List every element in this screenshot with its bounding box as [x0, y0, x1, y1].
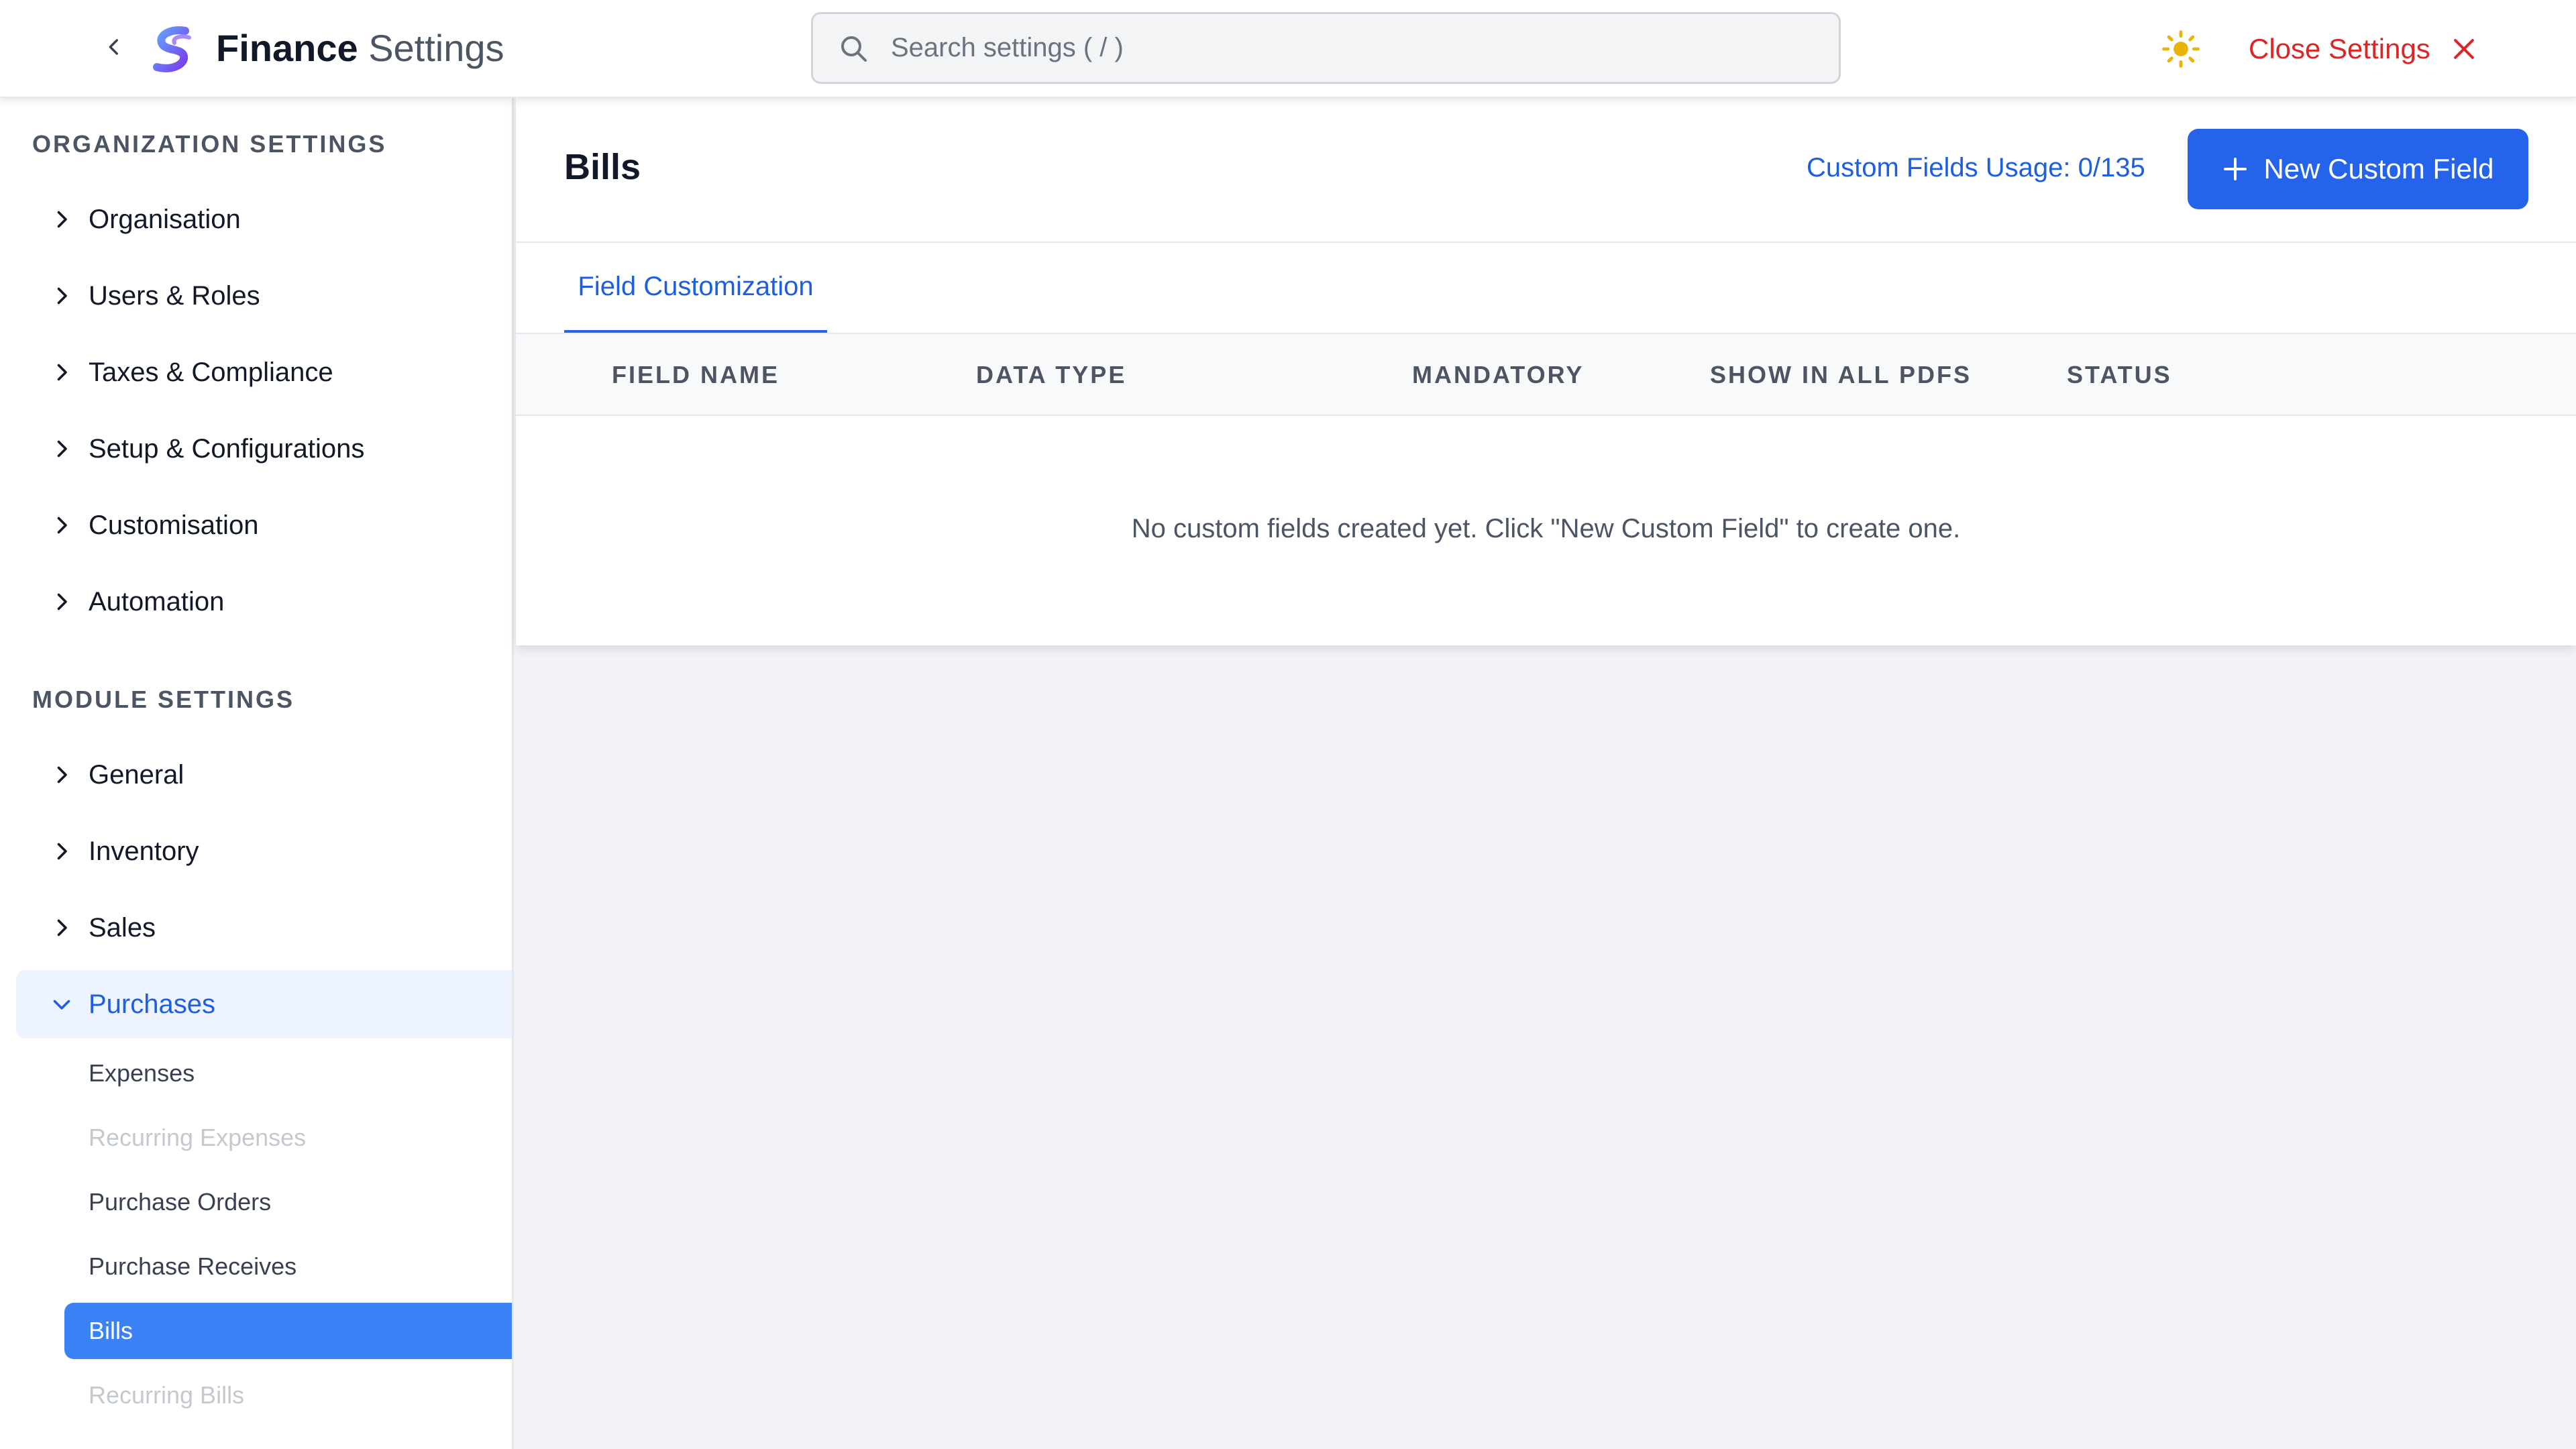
- chevron-right-icon: [57, 843, 67, 860]
- chevron-right-icon: [57, 211, 67, 228]
- chevron-right-icon: [57, 517, 67, 534]
- plus-icon: [2224, 158, 2247, 180]
- app-logo-icon: [153, 26, 191, 72]
- sidebar-item-setup-configurations[interactable]: Setup & Configurations: [16, 415, 512, 483]
- sidebar-subitem-label: Bills: [89, 1317, 133, 1344]
- chevron-right-icon: [57, 364, 67, 381]
- chevron-left-icon: [109, 39, 118, 55]
- new-custom-field-label: New Custom Field: [2263, 153, 2494, 184]
- sidebar-subitem-recurring-expenses[interactable]: Recurring Expenses: [64, 1110, 512, 1166]
- column-header-mandatory[interactable]: MANDATORY: [1412, 361, 1584, 389]
- sidebar-item-organisation[interactable]: Organisation: [16, 185, 512, 254]
- sidebar-subitem-expenses[interactable]: Expenses: [64, 1045, 512, 1102]
- app-title: Finance Settings: [216, 25, 504, 71]
- chevron-right-icon: [57, 766, 67, 784]
- sun-icon[interactable]: [2161, 30, 2200, 68]
- settings-sidebar: ORGANIZATION SETTINGS Organisation Users…: [0, 98, 514, 1449]
- sidebar-item-label: Setup & Configurations: [89, 433, 365, 464]
- sidebar-subitem-label: Recurring Expenses: [89, 1124, 307, 1151]
- sidebar-item-sales[interactable]: Sales: [16, 894, 512, 962]
- column-header-field-name[interactable]: FIELD NAME: [612, 361, 780, 389]
- sidebar-item-label: Sales: [89, 912, 156, 943]
- sidebar-item-label: Inventory: [89, 836, 199, 866]
- organization-settings-heading: ORGANIZATION SETTINGS: [32, 130, 387, 158]
- module-settings-heading: MODULE SETTINGS: [32, 686, 295, 713]
- chevron-right-icon: [57, 440, 67, 458]
- sidebar-subitem-label: Purchase Orders: [89, 1188, 272, 1216]
- top-header: Finance Settings Close Settings: [0, 0, 2576, 98]
- sidebar-item-label: Organisation: [89, 204, 241, 234]
- sidebar-subitem-label: Purchase Receives: [89, 1252, 297, 1280]
- table-header: FIELD NAME DATA TYPE MANDATORY SHOW IN A…: [516, 333, 2576, 416]
- search-box[interactable]: [811, 12, 1841, 84]
- search-icon: [841, 36, 867, 62]
- column-header-show-in-all-pdfs[interactable]: SHOW IN ALL PDFS: [1710, 361, 1972, 389]
- sidebar-item-label: Taxes & Compliance: [89, 357, 333, 387]
- close-settings-button[interactable]: Close Settings: [2249, 27, 2479, 71]
- column-header-data-type[interactable]: DATA TYPE: [976, 361, 1126, 389]
- back-button[interactable]: [97, 30, 131, 64]
- sidebar-item-taxes-compliance[interactable]: Taxes & Compliance: [16, 338, 512, 407]
- new-custom-field-button[interactable]: New Custom Field: [2188, 129, 2528, 209]
- sidebar-subitem-label: Recurring Bills: [89, 1381, 245, 1409]
- sidebar-item-label: Customisation: [89, 510, 259, 540]
- chevron-right-icon: [57, 919, 67, 936]
- tab-label: Field Customization: [578, 271, 814, 301]
- sidebar-subitem-bills[interactable]: Bills: [64, 1303, 512, 1359]
- sidebar-item-inventory[interactable]: Inventory: [16, 817, 512, 885]
- sidebar-item-label: Users & Roles: [89, 280, 260, 311]
- sidebar-subitem-purchase-receives[interactable]: Purchase Receives: [64, 1238, 512, 1295]
- tab-bar: Field Customization: [516, 241, 2576, 334]
- sidebar-subitem-recurring-bills[interactable]: Recurring Bills: [64, 1367, 512, 1424]
- chevron-right-icon: [57, 287, 67, 305]
- sidebar-item-users-roles[interactable]: Users & Roles: [16, 262, 512, 330]
- bills-panel: Bills Custom Fields Usage: 0/135 New Cus…: [516, 98, 2576, 645]
- close-settings-label: Close Settings: [2249, 33, 2430, 64]
- column-header-status[interactable]: STATUS: [2067, 361, 2172, 389]
- custom-fields-usage: Custom Fields Usage: 0/135: [1807, 153, 2145, 182]
- sidebar-item-purchases[interactable]: Purchases: [16, 970, 512, 1038]
- sidebar-item-label: Automation: [89, 586, 225, 616]
- chevron-right-icon: [57, 593, 67, 610]
- chevron-down-icon: [53, 1000, 70, 1010]
- close-icon: [2453, 39, 2474, 59]
- sidebar-item-label: Purchases: [89, 989, 215, 1019]
- search-input[interactable]: [891, 33, 1763, 63]
- sidebar-subitem-label: Expenses: [89, 1059, 195, 1087]
- sidebar-subitem-purchase-orders[interactable]: Purchase Orders: [64, 1174, 512, 1230]
- sidebar-item-label: General: [89, 759, 184, 790]
- app-title-light: Settings: [368, 27, 504, 69]
- empty-state-message: No custom fields created yet. Click "New…: [1131, 514, 1961, 543]
- page-title: Bills: [564, 147, 641, 187]
- tab-field-customization[interactable]: Field Customization: [564, 243, 827, 334]
- sidebar-item-customisation[interactable]: Customisation: [16, 491, 512, 559]
- sidebar-item-general[interactable]: General: [16, 741, 512, 809]
- app-title-strong: Finance: [216, 27, 358, 69]
- sidebar-item-automation[interactable]: Automation: [16, 568, 512, 636]
